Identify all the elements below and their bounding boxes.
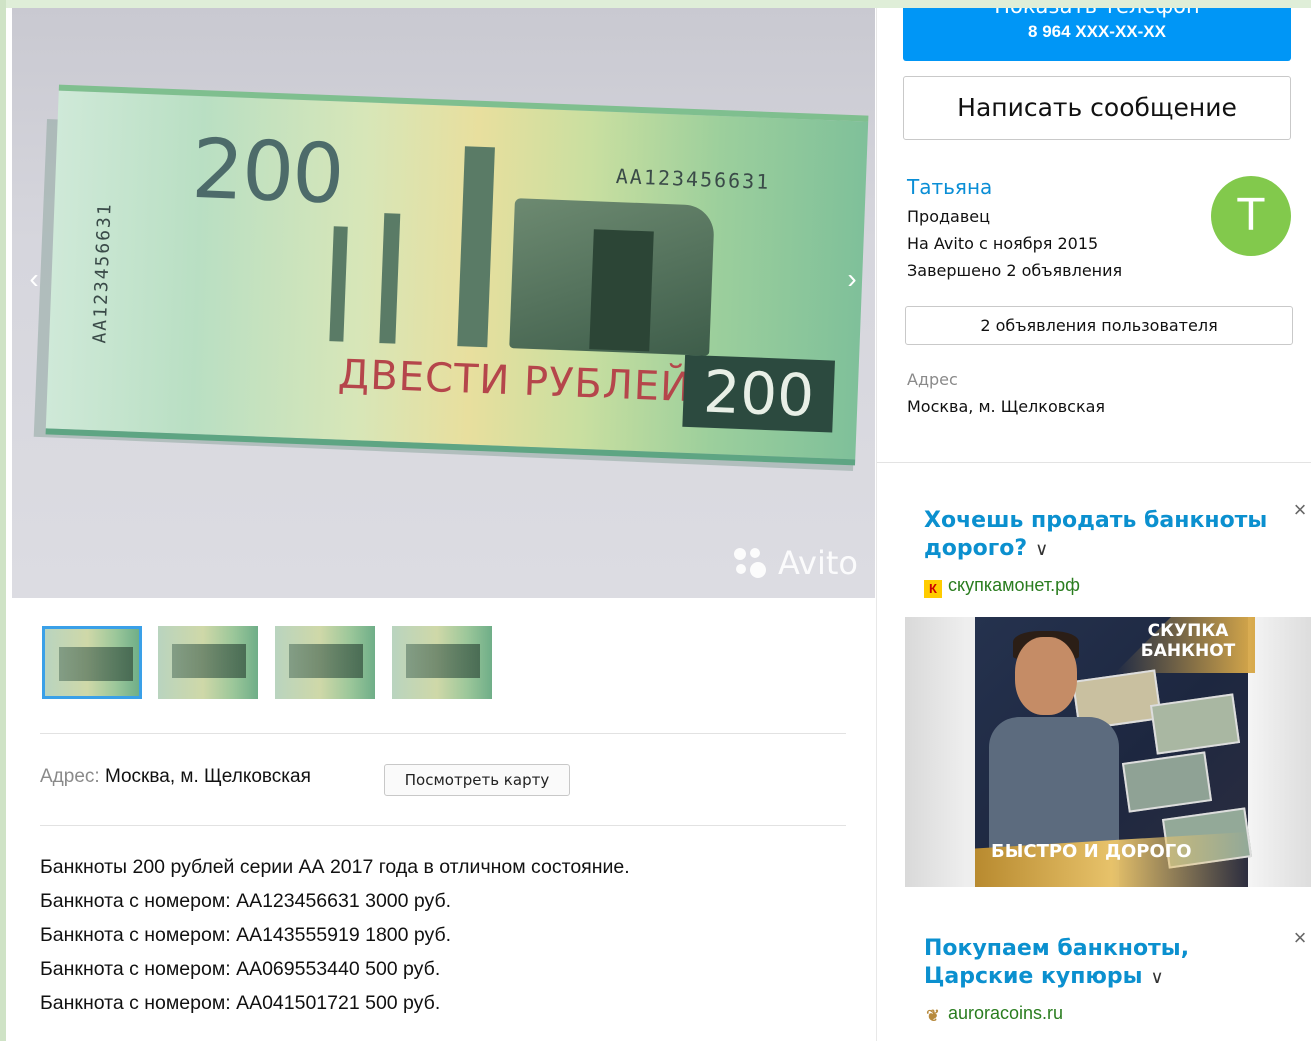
chevron-down-icon[interactable]: ∨ (1150, 967, 1163, 988)
banknote-denomination-box: 200 (682, 354, 835, 433)
divider (877, 462, 1311, 463)
description-line: Банкноты 200 рублей серии АА 2017 года в… (40, 856, 630, 878)
close-icon[interactable]: × (1290, 925, 1310, 951)
ad-title-link[interactable]: Покупаем банкноты, Царские купюры ∨ (924, 935, 1284, 992)
banner-top-text: СКУПКА БАНКНОТ (1140, 621, 1236, 661)
banknote-column-small (379, 213, 401, 344)
banknote-column (457, 146, 495, 348)
description-line: Банкнота с номером: АА069553440 500 руб. (40, 958, 441, 980)
ad-domain-link[interactable]: Кскупкамонет.рф (924, 575, 1080, 598)
banknote-serial-vertical: AA123456631 (89, 201, 116, 344)
ad-banner-image[interactable]: СКУПКА БАНКНОТ БЫСТРО И ДОРОГО (905, 617, 1311, 887)
ad-banner: СКУПКА БАНКНОТ БЫСТРО И ДОРОГО (975, 617, 1255, 887)
close-icon[interactable]: × (1290, 497, 1310, 523)
seller-address-label: Адрес (907, 370, 958, 389)
chevron-down-icon[interactable]: ∨ (1035, 539, 1048, 560)
ad-domain-link[interactable]: ❦ auroracoins.ru (924, 1003, 1063, 1026)
ad-domain-text: скупкамонет.рф (948, 575, 1080, 595)
seller-avatar[interactable]: T (1211, 176, 1291, 256)
phone-number: 8 964 XXX-XX-XX (1028, 22, 1166, 41)
view-map-button[interactable]: Посмотреть карту (384, 764, 570, 796)
banknote-picture (1121, 751, 1213, 813)
window-top-border (0, 0, 1311, 8)
man-face (1015, 637, 1077, 715)
gallery-next-arrow-icon[interactable]: › (840, 264, 864, 294)
user-listings-button[interactable]: 2 объявления пользователя (905, 306, 1293, 345)
gallery-main-photo[interactable]: 200 AA123456631 AA123456631 ДВЕСТИ РУБЛЕ… (12, 8, 875, 598)
banknote-column-small (329, 226, 348, 342)
show-phone-button[interactable]: Показать телефон 8 964 XXX-XX-XX (903, 8, 1291, 61)
address-label: Адрес: (40, 766, 100, 787)
seller-name-link[interactable]: Татьяна (907, 175, 992, 199)
banner-bottom-text: БЫСТРО И ДОРОГО (991, 841, 1192, 862)
banknote-picture (1149, 693, 1241, 755)
description-line: Банкнота с номером: АА041501721 500 руб. (40, 992, 441, 1014)
gallery-prev-arrow-icon[interactable]: ‹ (22, 264, 46, 294)
banknote-image: 200 AA123456631 AA123456631 ДВЕСТИ РУБЛЕ… (45, 84, 869, 466)
ad-favicon-icon: ❦ (926, 1008, 940, 1025)
gallery-thumbnail-2[interactable] (158, 626, 258, 699)
divider (40, 733, 846, 734)
listing-address: Адрес: Москва, м. Щелковская (40, 766, 311, 788)
address-value: Москва, м. Щелковская (104, 766, 311, 787)
banknote-denomination: 200 (190, 121, 345, 223)
ad-favicon-icon: К (924, 580, 942, 598)
divider (40, 825, 846, 826)
ad-title-text: Хочешь продать банкноты дорого? (924, 508, 1268, 561)
window-left-border (0, 0, 6, 1041)
banknote-words: ДВЕСТИ РУБЛЕЙ (337, 351, 692, 412)
ad-domain-text: auroracoins.ru (948, 1003, 1064, 1023)
description-line: Банкнота с номером: АА143555919 1800 руб… (40, 924, 452, 946)
seller-since: На Avito с ноября 2015 (907, 234, 1099, 253)
avito-watermark: Avito (778, 544, 858, 582)
seller-completed: Завершено 2 объявления (907, 261, 1123, 280)
gallery-thumbnail-1[interactable] (42, 626, 142, 699)
write-message-button[interactable]: Написать сообщение (903, 76, 1291, 140)
show-phone-label: Показать телефон (903, 8, 1291, 18)
ad-title-link[interactable]: Хочешь продать банкноты дорого? ∨ (924, 507, 1284, 564)
banknote-gate (589, 229, 654, 352)
column-divider (876, 8, 877, 1041)
gallery-thumbnail-4[interactable] (392, 626, 492, 699)
description-line: Банкнота с номером: АА123456631 3000 руб… (40, 890, 452, 912)
gallery-thumbnail-3[interactable] (275, 626, 375, 699)
seller-address-value: Москва, м. Щелковская (907, 397, 1106, 416)
banknote-serial: AA123456631 (615, 164, 771, 194)
seller-role: Продавец (907, 207, 991, 226)
listing-description: Банкноты 200 рублей серии АА 2017 года в… (40, 852, 630, 1022)
